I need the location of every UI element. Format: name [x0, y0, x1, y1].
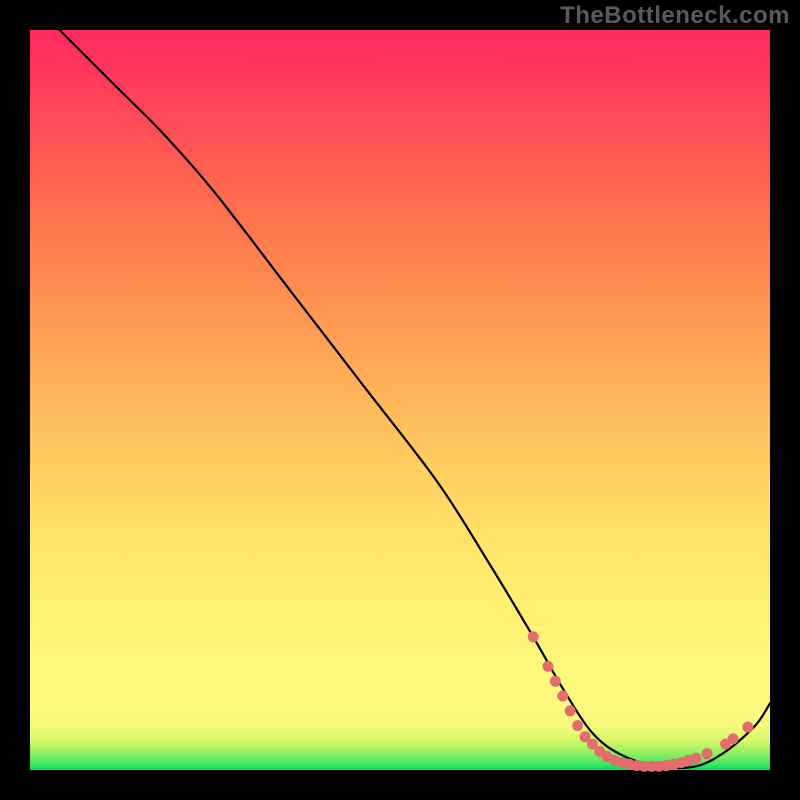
plot-area [30, 30, 770, 770]
watermark-text: TheBottleneck.com [560, 2, 790, 30]
curve-marker [742, 722, 753, 733]
curve-marker [702, 748, 713, 759]
curve-marker [691, 753, 702, 764]
curve-marker [557, 691, 568, 702]
curve-marker [572, 720, 583, 731]
curve-marker [528, 631, 539, 642]
curve-marker [543, 661, 554, 672]
curve-marker [550, 676, 561, 687]
curve-marker [565, 705, 576, 716]
chart-svg [30, 30, 770, 770]
curve-marker [728, 733, 739, 744]
bottleneck-curve [60, 30, 770, 768]
curve-markers [528, 631, 754, 772]
chart-frame: TheBottleneck.com [0, 0, 800, 800]
